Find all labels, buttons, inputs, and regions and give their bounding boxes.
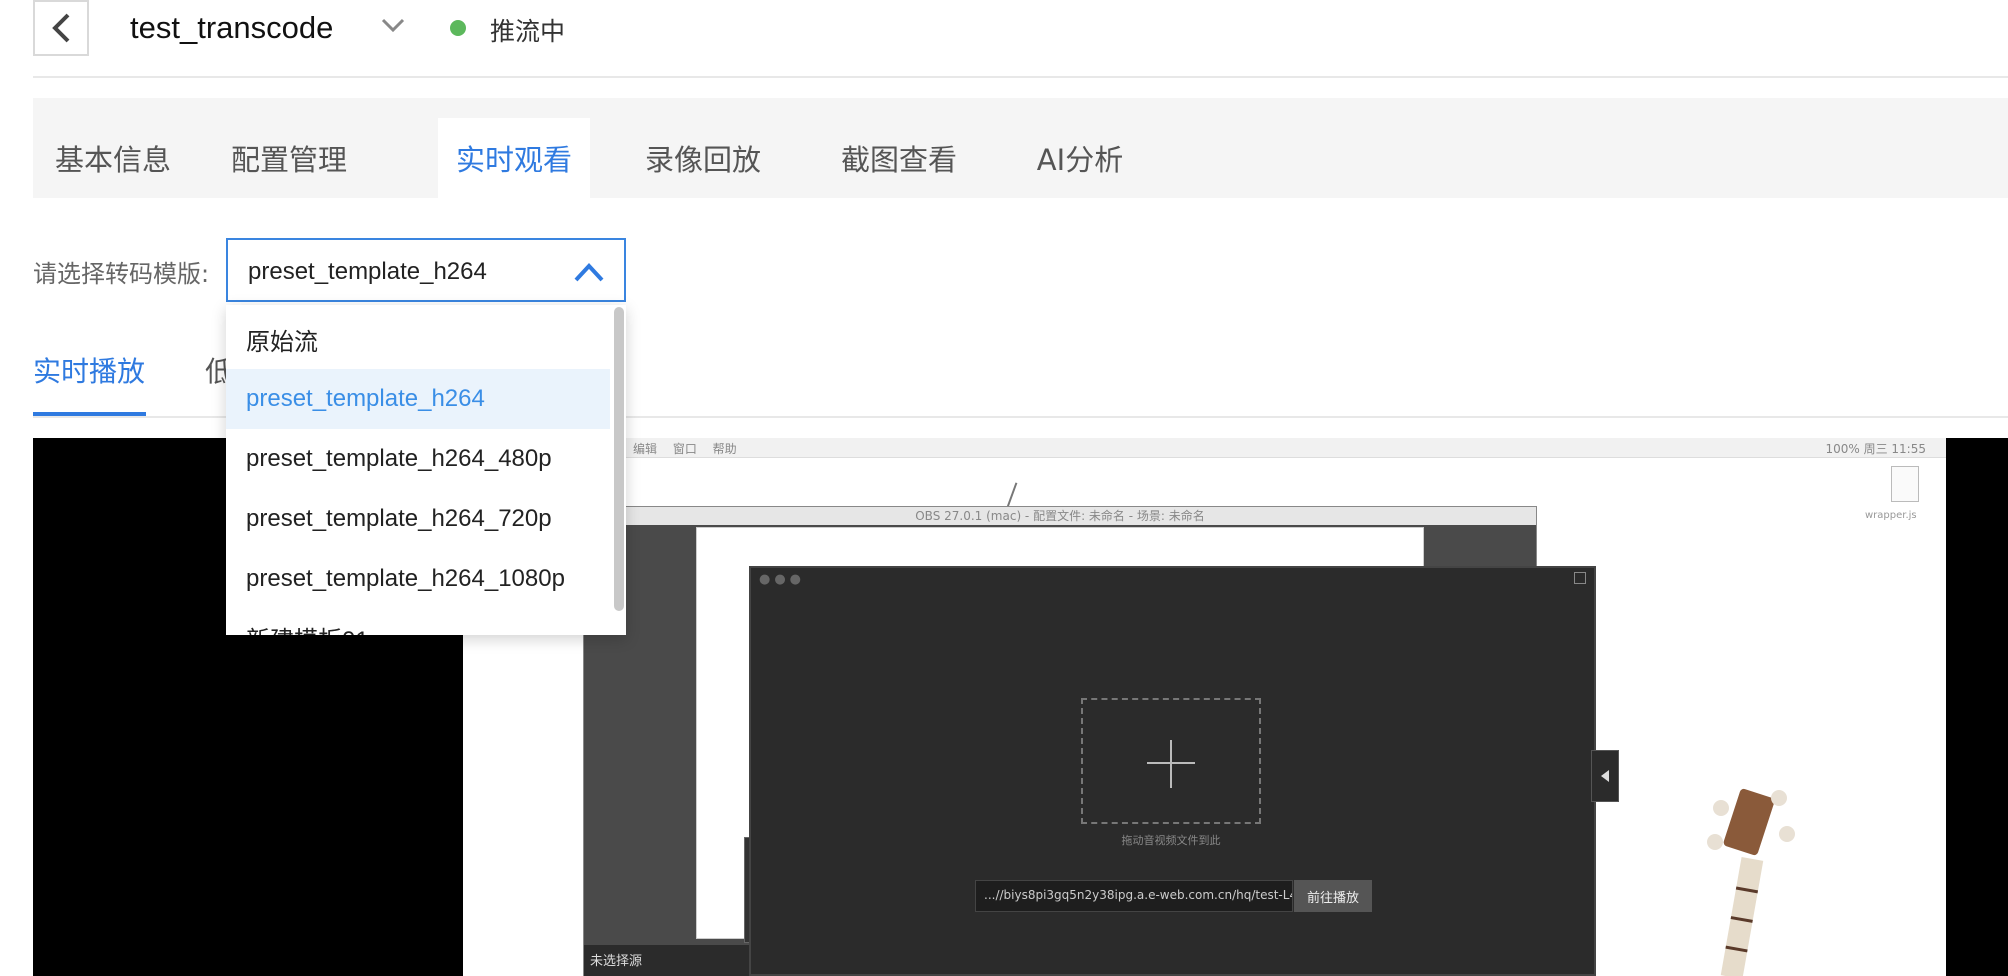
desktop-file-label: wrapper.js (1865, 510, 1917, 521)
status-dot (450, 20, 466, 36)
template-dropdown: 原始流 preset_template_h264 preset_template… (226, 305, 626, 635)
tab-recording[interactable]: 录像回放 (603, 118, 803, 198)
no-source-label: 未选择源 (590, 954, 643, 969)
collapse-icon (1591, 750, 1619, 802)
window-menu-icon (1574, 572, 1586, 584)
tab-bar: 基本信息 配置管理 实时观看 录像回放 截图查看 AI分析 (33, 98, 2008, 198)
dropdown-option[interactable]: 原始流 (226, 309, 610, 369)
chevron-left-icon (52, 13, 70, 43)
menubar-status: 100% 周三 11:55 (1825, 442, 1926, 456)
template-select[interactable]: preset_template_h264 (226, 238, 626, 302)
tab-ai-analysis[interactable]: AI分析 (995, 118, 1165, 198)
plus-icon (1170, 740, 1172, 788)
video-frame: 编辑 窗口 帮助 100% 周三 11:55 wrapper.js OBS 27… (463, 438, 1946, 976)
status-label: 推流中 (490, 17, 566, 46)
drop-zone (1081, 698, 1261, 824)
dropdown-option-selected[interactable]: preset_template_h264 (226, 369, 610, 429)
window-controls-icon: ●●● (759, 572, 806, 587)
go-play-button: 前往播放 (1294, 880, 1372, 912)
drop-hint: 拖动音视频文件到此 (1121, 834, 1221, 847)
chevron-down-icon[interactable] (380, 14, 406, 36)
page-header: test_transcode 推流中 (0, 0, 2008, 78)
dropdown-option[interactable]: preset_template_h264_1080p (226, 549, 610, 609)
file-icon (1891, 466, 1919, 502)
tab-live-view[interactable]: 实时观看 (438, 118, 590, 198)
mac-menubar: 编辑 窗口 帮助 100% 周三 11:55 (463, 438, 1946, 458)
subtab-live-play[interactable]: 实时播放 (33, 350, 145, 390)
chevron-up-icon (574, 263, 604, 282)
instrument-image (1707, 788, 1795, 976)
template-select-label: 请选择转码模版: (33, 260, 210, 288)
cursor-line (1006, 482, 1018, 508)
divider (33, 76, 2008, 78)
dropdown-option[interactable]: preset_template_h264_480p (226, 429, 610, 489)
back-button[interactable] (33, 0, 89, 56)
obs-window-title: OBS 27.0.1 (mac) - 配置文件: 未命名 - 场景: 未命名 (584, 507, 1536, 525)
tab-basic-info[interactable]: 基本信息 (33, 118, 193, 198)
obs-window-front: ●●● 拖动音视频文件到此 ...//biys8pi3gq5n2y38ipg.a… (749, 566, 1596, 976)
dropdown-option[interactable]: 新建模板01 (226, 607, 610, 636)
tab-config[interactable]: 配置管理 (193, 118, 385, 198)
dropdown-option[interactable]: preset_template_h264_720p (226, 489, 610, 549)
stream-url: ...//biys8pi3gq5n2y38ipg.a.e-web.com.cn/… (975, 880, 1293, 912)
menubar-items: 编辑 窗口 帮助 (633, 442, 737, 456)
template-select-value: preset_template_h264 (248, 258, 487, 285)
dropdown-scrollbar[interactable] (614, 307, 624, 611)
stream-title: test_transcode (130, 10, 334, 45)
tab-snapshots[interactable]: 截图查看 (803, 118, 995, 198)
